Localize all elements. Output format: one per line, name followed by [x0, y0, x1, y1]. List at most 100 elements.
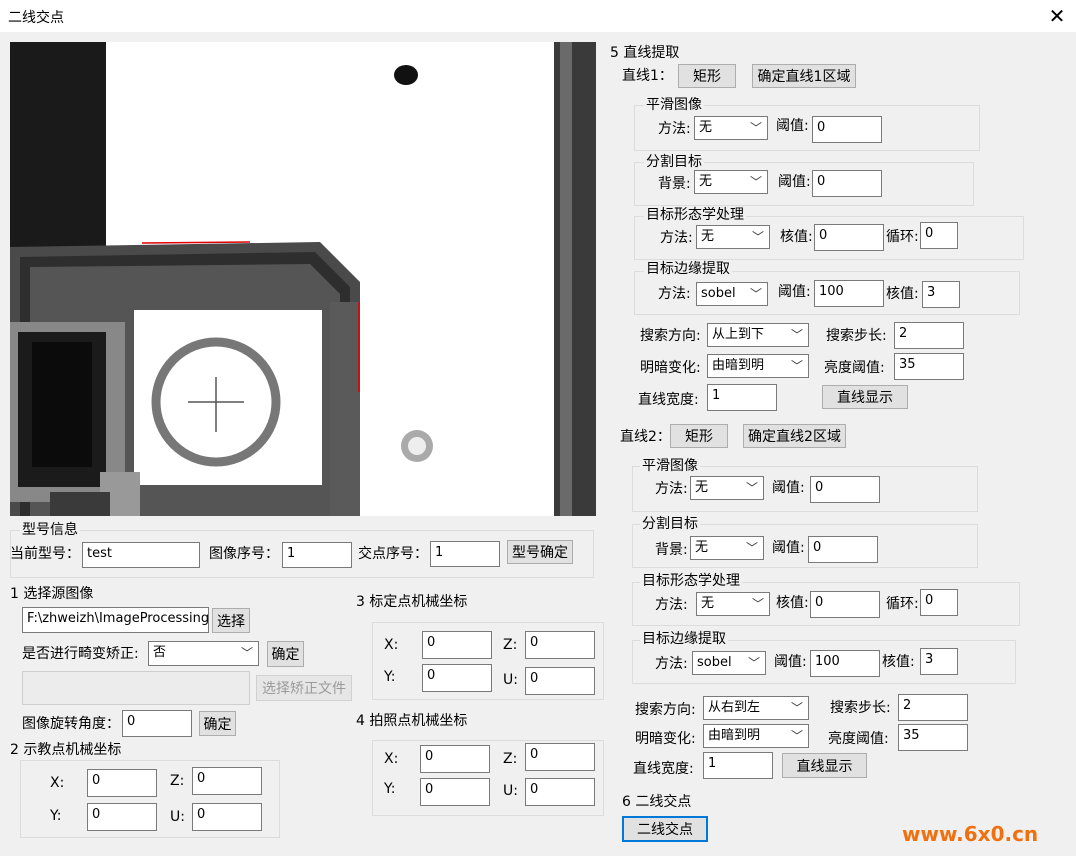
- line2-edge-kernel-label: 核值:: [882, 654, 915, 670]
- line2-segment-thresh-input[interactable]: 0: [808, 536, 878, 563]
- line2-morph-method-value: 无: [701, 596, 715, 611]
- teach-z-label: Z:: [170, 773, 185, 789]
- line1-brightness-input[interactable]: 35: [894, 353, 964, 380]
- line1-edge-kernel-label: 核值:: [886, 286, 919, 302]
- line1-show-button[interactable]: 直线显示: [822, 385, 908, 409]
- distortion-confirm-button[interactable]: 确定: [267, 641, 304, 667]
- image-no-input[interactable]: 1: [282, 542, 352, 568]
- shoot-z-input[interactable]: 0: [525, 743, 595, 771]
- model-confirm-button[interactable]: 型号确定: [507, 540, 573, 564]
- line1-edge-thresh-input[interactable]: 100: [814, 280, 884, 307]
- line2-edge-method-select[interactable]: sobel ﹀: [692, 651, 766, 675]
- teach-u-input[interactable]: 0: [192, 803, 262, 831]
- teach-z-input[interactable]: 0: [192, 767, 262, 795]
- select-source-button[interactable]: 选择: [212, 608, 250, 633]
- rotate-angle-input[interactable]: 0: [122, 710, 192, 737]
- calib-x-label: X:: [384, 637, 399, 653]
- line2-step-input[interactable]: 2: [898, 694, 968, 721]
- calib-z-input[interactable]: 0: [525, 631, 595, 659]
- cross-point-button[interactable]: 二线交点: [622, 816, 708, 842]
- cross-no-input[interactable]: 1: [430, 541, 500, 567]
- line2-contrast-select[interactable]: 由暗到明 ﹀: [703, 724, 809, 748]
- line2-width-input[interactable]: 1: [703, 752, 773, 779]
- line2-segment-bg-select[interactable]: 无 ﹀: [690, 536, 764, 560]
- line1-edge-method-select[interactable]: sobel ﹀: [696, 282, 768, 306]
- line1-morph-kernel-input[interactable]: 0: [814, 224, 884, 251]
- watermark-logo: www.6x0.cn: [902, 822, 1039, 846]
- line1-edge-kernel-input[interactable]: 3: [922, 281, 960, 308]
- line1-morph-title: 目标形态学处理: [644, 206, 746, 224]
- teach-x-input[interactable]: 0: [87, 769, 157, 797]
- line1-morph-loop-input[interactable]: 0: [920, 222, 958, 249]
- camera-image[interactable]: [10, 42, 596, 516]
- line1-morph-method-value: 无: [701, 229, 715, 244]
- shoot-y-input[interactable]: 0: [420, 778, 490, 806]
- close-icon[interactable]: ✕: [1038, 0, 1076, 32]
- teach-y-input[interactable]: 0: [87, 803, 157, 831]
- line2-edge-kernel-input[interactable]: 3: [920, 648, 958, 675]
- line1-morph-method-select[interactable]: 无 ﹀: [696, 225, 770, 249]
- line1-smooth-method-label: 方法:: [658, 121, 691, 137]
- line1-width-input[interactable]: 1: [707, 384, 777, 411]
- distortion-select[interactable]: 否 ﹀: [148, 641, 259, 666]
- line2-dir-select[interactable]: 从右到左 ﹀: [703, 696, 809, 720]
- line2-smooth-method-select[interactable]: 无 ﹀: [690, 476, 764, 500]
- shoot-u-input[interactable]: 0: [525, 778, 595, 806]
- line1-segment-bg-value: 无: [699, 174, 713, 189]
- line1-region-button[interactable]: 确定直线1区域: [752, 64, 856, 88]
- line1-segment-bg-select[interactable]: 无 ﹀: [694, 170, 768, 194]
- line2-morph-loop-input[interactable]: 0: [920, 589, 958, 616]
- line2-edge-thresh-input[interactable]: 100: [810, 650, 880, 677]
- line1-smooth-method-value: 无: [699, 120, 713, 135]
- line1-smooth-thresh-input[interactable]: 0: [812, 116, 882, 143]
- line1-morph-method-label: 方法:: [660, 230, 693, 246]
- line2-edge-title: 目标边缘提取: [640, 630, 728, 648]
- line2-segment-bg-label: 背景:: [655, 542, 688, 558]
- line2-morph-kernel-input[interactable]: 0: [810, 591, 880, 618]
- line1-smooth-method-select[interactable]: 无 ﹀: [694, 116, 768, 140]
- select-correction-file-button[interactable]: 选择矫正文件: [256, 675, 352, 701]
- chevron-down-icon: ﹀: [745, 541, 758, 555]
- calib-u-input[interactable]: 0: [525, 667, 595, 695]
- chevron-down-icon: ﹀: [790, 729, 803, 743]
- line1-segment-bg-label: 背景:: [658, 176, 691, 192]
- correction-file-path: [22, 671, 250, 705]
- line2-edge-thresh-label: 阈值:: [774, 654, 807, 670]
- line1-morph-kernel-label: 核值:: [780, 229, 813, 245]
- calib-x-input[interactable]: 0: [422, 631, 492, 659]
- line1-dir-label: 搜索方向:: [640, 328, 701, 344]
- shoot-x-label: X:: [384, 751, 399, 767]
- distortion-label: 是否进行畸变矫正:: [22, 646, 139, 662]
- image-no-label: 图像序号：: [209, 546, 279, 562]
- teach-section-title: 2 示教点机械坐标: [10, 742, 122, 758]
- line2-smooth-title: 平滑图像: [640, 457, 700, 475]
- line1-contrast-select[interactable]: 由暗到明 ﹀: [707, 354, 809, 378]
- calib-y-input[interactable]: 0: [422, 664, 492, 692]
- line2-morph-method-select[interactable]: 无 ﹀: [696, 592, 770, 616]
- rotate-confirm-button[interactable]: 确定: [199, 711, 236, 736]
- line1-contrast-value: 由暗到明: [712, 358, 765, 373]
- teach-x-label: X:: [50, 775, 65, 791]
- window-title: 二线交点: [8, 10, 64, 26]
- line1-segment-thresh-label: 阈值:: [778, 174, 811, 190]
- line2-brightness-input[interactable]: 35: [898, 724, 968, 751]
- line1-segment-thresh-input[interactable]: 0: [812, 170, 882, 197]
- line2-smooth-thresh-input[interactable]: 0: [810, 476, 880, 503]
- line1-edge-title: 目标边缘提取: [644, 260, 732, 278]
- line2-show-button[interactable]: 直线显示: [782, 753, 867, 778]
- line1-dir-select[interactable]: 从上到下 ﹀: [707, 323, 809, 347]
- source-path-input[interactable]: F:\zhweizh\ImageProcessing\定: [22, 607, 209, 633]
- chevron-down-icon: ﹀: [790, 359, 803, 373]
- current-model-input[interactable]: test: [82, 542, 200, 568]
- edge-line-top: [141, 241, 251, 244]
- line1-label: 直线1：: [622, 68, 673, 84]
- chevron-down-icon: ﹀: [790, 701, 803, 715]
- line2-contrast-label: 明暗变化:: [635, 731, 696, 747]
- line2-edge-method-label: 方法:: [655, 656, 688, 672]
- shoot-x-input[interactable]: 0: [420, 745, 490, 773]
- line1-edge-thresh-label: 阈值:: [778, 284, 811, 300]
- line2-region-button[interactable]: 确定直线2区域: [743, 424, 846, 448]
- line2-rect-button[interactable]: 矩形: [670, 424, 728, 448]
- line1-rect-button[interactable]: 矩形: [678, 64, 736, 88]
- line1-step-input[interactable]: 2: [894, 322, 964, 349]
